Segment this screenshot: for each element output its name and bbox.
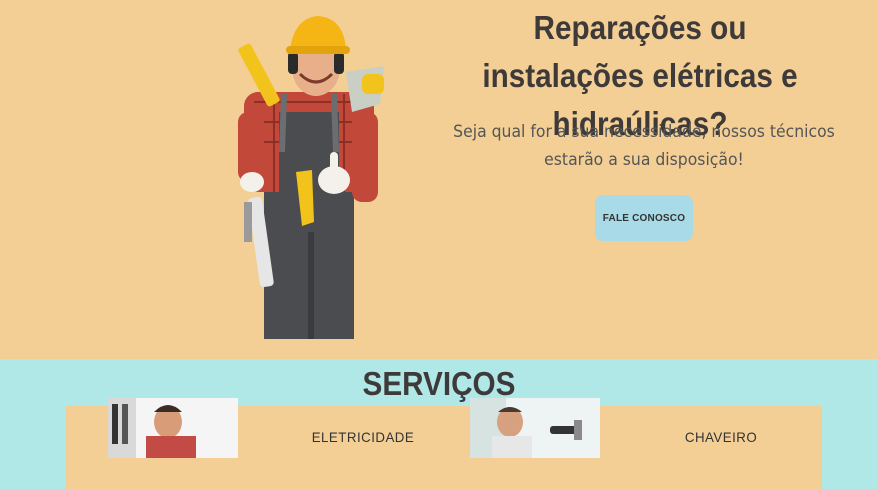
electricity-photo: [108, 398, 238, 458]
locksmith-photo: [470, 398, 600, 458]
hero-section: Reparações ou instalações elétricas e hi…: [0, 0, 878, 359]
service-label-eletricidade: ELETRICIDADE: [311, 429, 415, 445]
worker-illustration: [238, 16, 384, 339]
contact-button[interactable]: FALE CONOSCO: [595, 195, 693, 241]
services-section: SERVIÇOS ELETRICIDADE CHAVEIRO: [0, 359, 878, 489]
hero-subtitle: Seja qual for a sua necessidade, nossos …: [453, 122, 835, 170]
service-label-chaveiro: CHAVEIRO: [684, 429, 758, 445]
